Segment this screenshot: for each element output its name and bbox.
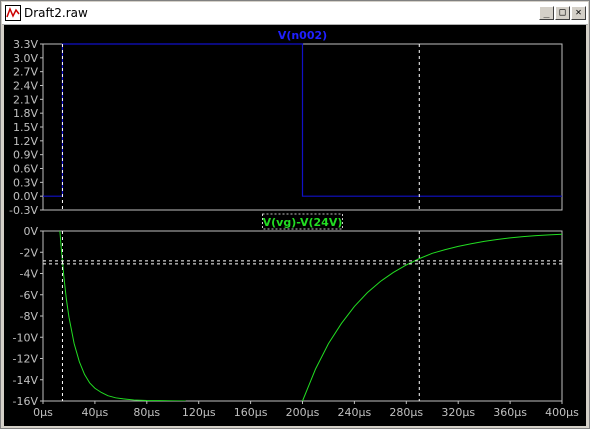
x-tick-label: 120µs <box>182 406 216 419</box>
x-tick-label: 360µs <box>493 406 527 419</box>
x-tick-label: 0µs <box>33 406 53 419</box>
top-plot-ytick-label: 0.6V <box>13 163 38 176</box>
top-plot-title: V(n002) <box>278 29 327 42</box>
bottom-plot-ytick-label: -8V <box>20 310 39 323</box>
x-tick-label: 200µs <box>286 406 320 419</box>
top-plot-ytick-label: 1.2V <box>13 135 38 148</box>
waveform-icon <box>5 5 21 21</box>
bottom-plot-ytick-label: -6V <box>20 289 39 302</box>
bottom-plot-trace-fall <box>59 231 186 401</box>
bottom-plot-frame <box>42 230 563 402</box>
bottom-plot-ytick-label: 0V <box>23 225 38 238</box>
bottom-plot-ytick-label: -12V <box>13 353 39 366</box>
close-button[interactable]: ✕ <box>571 6 586 20</box>
top-plot-ytick-label: 1.8V <box>13 107 38 120</box>
top-plot-ytick-label: -0.3V <box>9 204 38 217</box>
top-plot-ytick-label: 0.9V <box>13 149 38 162</box>
waveform-window: Draft2.raw _ □ ✕ 3.3V 3.0V 2.7V 2.4V 2.1V 1.8… <box>0 0 590 429</box>
minimize-button[interactable]: _ <box>539 6 554 20</box>
waveform-plots[interactable]: 3.3V3.0V2.7V2.4V2.1V1.8V1.5V1.2V0.9V0.6V… <box>4 25 586 426</box>
top-plot-ytick-label: 2.4V <box>13 80 38 93</box>
top-plot-ytick-label: 1.5V <box>13 121 38 134</box>
top-plot-trace-vn002 <box>43 43 562 197</box>
x-tick-label: 280µs <box>389 406 423 419</box>
top-plot-ytick-label: 0.0V <box>13 190 38 203</box>
x-tick-label: 240µs <box>338 406 372 419</box>
x-tick-label: 400µs <box>545 406 579 419</box>
bottom-plot-title: V(vg)-V(24V) <box>263 216 343 229</box>
bottom-plot-ytick-label: -2V <box>20 246 39 259</box>
top-plot-ytick-label: 2.1V <box>13 93 38 106</box>
plot-area[interactable]: 3.3V 3.0V 2.7V 2.4V 2.1V 1.8V 1.5V 1.2V 0.9V 0.6V… <box>4 25 586 426</box>
top-plot-ytick-label: 3.0V <box>13 52 38 65</box>
bottom-plot-ytick-label: -14V <box>13 374 39 387</box>
bottom-plot-ytick-label: -10V <box>13 331 39 344</box>
bottom-plot-trace-rise <box>302 233 562 401</box>
bottom-plot-ytick-label: -4V <box>20 268 39 281</box>
x-tick-label: 80µs <box>133 406 160 419</box>
top-plot-ytick-label: 2.7V <box>13 66 38 79</box>
x-tick-label: 320µs <box>441 406 475 419</box>
x-tick-label: 40µs <box>82 406 109 419</box>
top-plot-ytick-label: 3.3V <box>13 38 38 51</box>
top-plot-ytick-label: 0.3V <box>13 176 38 189</box>
title-bar[interactable]: Draft2.raw _ □ ✕ <box>2 2 588 25</box>
window-title: Draft2.raw <box>24 6 88 20</box>
x-tick-label: 160µs <box>234 406 268 419</box>
maximize-button[interactable]: □ <box>555 6 570 20</box>
